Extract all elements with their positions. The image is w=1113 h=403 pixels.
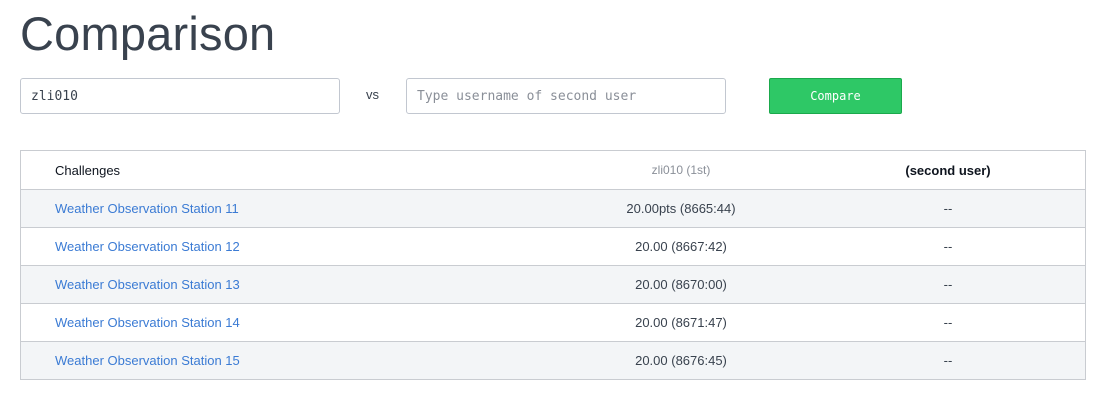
first-user-score: 20.00 (8676:45) (635, 353, 727, 368)
second-user-score: -- (943, 277, 953, 292)
header-second-user: (second user) (891, 151, 1085, 190)
header-challenges: Challenges (21, 151, 471, 190)
challenge-cell: Weather Observation Station 15 (21, 342, 471, 380)
first-user-input[interactable] (20, 78, 340, 114)
first-user-score: 20.00 (8667:42) (635, 239, 727, 254)
table-row: Weather Observation Station 14 20.00 (86… (21, 303, 1085, 342)
page-title: Comparison (20, 7, 276, 60)
comparison-table: Challenges zli010 (1st) (second user) We… (21, 151, 1085, 379)
compare-form: vs Compare (20, 78, 910, 114)
table-row: Weather Observation Station 15 20.00 (86… (21, 341, 1085, 380)
challenge-link[interactable]: Weather Observation Station 14 (55, 315, 240, 330)
challenge-link[interactable]: Weather Observation Station 12 (55, 239, 240, 254)
first-user-score: 20.00 (8670:00) (635, 277, 727, 292)
table-header-row: Challenges zli010 (1st) (second user) (21, 151, 1085, 190)
header-first-user: zli010 (1st) (471, 151, 891, 190)
challenge-cell: Weather Observation Station 14 (21, 304, 471, 342)
first-user-score: 20.00 (8671:47) (635, 315, 727, 330)
challenge-cell: Weather Observation Station 11 (21, 190, 471, 228)
table-row: Weather Observation Station 11 20.00pts … (21, 189, 1085, 228)
second-user-score: -- (943, 315, 953, 330)
second-user-input[interactable] (406, 78, 726, 114)
challenge-cell: Weather Observation Station 13 (21, 266, 471, 304)
table-row: Weather Observation Station 13 20.00 (86… (21, 265, 1085, 304)
second-user-score: -- (943, 353, 953, 368)
compare-button[interactable]: Compare (769, 78, 902, 114)
first-user-score: 20.00pts (8665:44) (626, 201, 736, 216)
second-user-score: -- (943, 201, 953, 216)
second-user-score: -- (943, 239, 953, 254)
table-row: Weather Observation Station 12 20.00 (86… (21, 227, 1085, 266)
vs-label: vs (366, 87, 379, 102)
challenge-link[interactable]: Weather Observation Station 15 (55, 353, 240, 368)
comparison-table-container: Challenges zli010 (1st) (second user) We… (20, 150, 1086, 380)
challenge-link[interactable]: Weather Observation Station 13 (55, 277, 240, 292)
challenge-link[interactable]: Weather Observation Station 11 (55, 201, 239, 216)
challenge-cell: Weather Observation Station 12 (21, 228, 471, 266)
